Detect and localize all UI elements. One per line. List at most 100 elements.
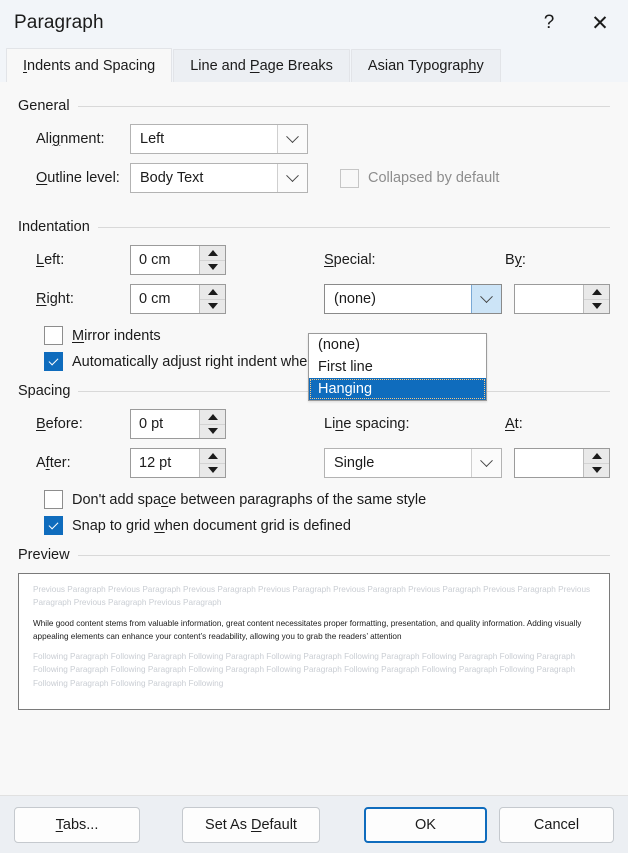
tab-line-and-page-breaks[interactable]: Line and Page Breaks	[173, 49, 350, 82]
before-value: 0 pt	[139, 416, 164, 432]
right-indent-stepper[interactable]: 0 cm	[130, 284, 226, 314]
group-rule	[77, 105, 610, 107]
stepper-buttons[interactable]	[199, 246, 225, 274]
chevron-down-icon[interactable]	[277, 125, 307, 153]
group-header-indentation: Indentation	[18, 219, 610, 235]
by-label: By:	[505, 252, 526, 268]
left-indent-stepper[interactable]: 0 cm	[130, 245, 226, 275]
group-title-general: General	[18, 98, 70, 114]
row-right-special-by: Right: 0 cm (none)	[18, 284, 610, 314]
stepper-down-icon[interactable]	[200, 423, 225, 438]
special-dropdown-popup[interactable]: (none) First line Hanging	[308, 333, 487, 401]
preview-box: Previous Paragraph Previous Paragraph Pr…	[18, 573, 610, 710]
stepper-up-icon[interactable]	[584, 285, 609, 299]
group-general: General Alignment: Left Outline level: B…	[18, 98, 610, 193]
chevron-down-icon[interactable]	[277, 164, 307, 192]
title-bar: Paragraph ? ✕	[0, 0, 628, 46]
snap-to-grid-label: Snap to grid when document grid is defin…	[72, 517, 351, 534]
group-spacing: Spacing Before: 0 pt Line spacing: At: A…	[18, 383, 610, 535]
before-stepper[interactable]: 0 pt	[130, 409, 226, 439]
dont-add-space-row[interactable]: Don't add space between paragraphs of th…	[18, 490, 610, 509]
group-header-preview: Preview	[18, 547, 610, 563]
dropdown-option-first-line[interactable]: First line	[309, 356, 486, 378]
row-after-linespacing-at: After: 12 pt Single	[18, 448, 610, 478]
mirror-indents-label: Mirror indents	[72, 327, 161, 344]
stepper-up-icon[interactable]	[200, 410, 225, 424]
stepper-up-icon[interactable]	[584, 449, 609, 463]
tab-asian-typography[interactable]: Asian Typography	[350, 49, 501, 82]
stepper-up-icon[interactable]	[200, 449, 225, 463]
cancel-button[interactable]: Cancel	[499, 806, 614, 843]
dropdown-option-hanging[interactable]: Hanging	[309, 378, 486, 400]
ok-button[interactable]: OK	[364, 806, 487, 843]
tabs-button[interactable]: Tabs...	[14, 806, 140, 843]
help-icon[interactable]: ?	[526, 0, 572, 46]
group-title-preview: Preview	[18, 547, 70, 563]
stepper-buttons[interactable]	[199, 449, 225, 477]
line-spacing-combo[interactable]: Single	[324, 448, 502, 478]
group-header-general: General	[18, 98, 610, 114]
stepper-up-icon[interactable]	[200, 246, 225, 260]
stepper-down-icon[interactable]	[200, 259, 225, 274]
special-combo[interactable]: (none)	[324, 284, 502, 314]
stepper-up-icon[interactable]	[200, 285, 225, 299]
dropdown-option-none[interactable]: (none)	[309, 334, 486, 356]
tab-label: Asian Typography	[367, 58, 484, 74]
before-label: Before:	[36, 416, 83, 432]
stepper-down-icon[interactable]	[200, 298, 225, 313]
set-as-default-button[interactable]: Set As Default	[182, 806, 320, 843]
after-value: 12 pt	[139, 455, 172, 471]
chevron-down-icon[interactable]	[471, 449, 501, 477]
row-before-linespacing: Before: 0 pt Line spacing: At:	[18, 409, 610, 439]
preview-body-paragraph: While good content stems from valuable i…	[33, 618, 582, 641]
chevron-down-icon[interactable]	[471, 285, 501, 313]
left-indent-label: Left:	[36, 252, 65, 268]
snap-to-grid-checkbox[interactable]	[44, 516, 63, 535]
collapsed-by-default-row[interactable]: Collapsed by default	[340, 168, 500, 188]
mirror-indents-checkbox[interactable]	[44, 326, 63, 345]
tab-label: Line and Page Breaks	[190, 58, 333, 74]
tab-strip: Indents and Spacing Line and Page Breaks…	[0, 46, 628, 82]
row-alignment: Alignment: Left	[18, 124, 610, 154]
stepper-buttons[interactable]	[583, 285, 609, 313]
stepper-buttons[interactable]	[199, 285, 225, 313]
close-icon[interactable]: ✕	[572, 0, 628, 46]
right-indent-value: 0 cm	[139, 291, 171, 307]
cancel-button-label: Cancel	[533, 816, 580, 833]
by-stepper[interactable]	[514, 284, 610, 314]
right-indent-label: Right:	[36, 291, 74, 307]
preview-following-paragraph: Following Paragraph Following Paragraph …	[33, 652, 576, 688]
tabs-button-label: Tabs...	[55, 816, 99, 833]
after-label: After:	[36, 455, 71, 471]
group-preview: Preview Previous Paragraph Previous Para…	[18, 547, 610, 710]
alignment-value: Left	[140, 131, 165, 147]
alignment-combo[interactable]: Left	[130, 124, 308, 154]
preview-previous-paragraph: Previous Paragraph Previous Paragraph Pr…	[33, 585, 591, 608]
left-indent-value: 0 cm	[139, 252, 171, 268]
group-rule	[77, 554, 610, 556]
outline-level-combo[interactable]: Body Text	[130, 163, 308, 193]
stepper-down-icon[interactable]	[584, 298, 609, 313]
stepper-buttons[interactable]	[199, 410, 225, 438]
dialog-content: General Alignment: Left Outline level: B…	[0, 82, 628, 795]
collapsed-by-default-checkbox[interactable]	[340, 168, 359, 188]
auto-adjust-checkbox[interactable]	[44, 352, 63, 371]
row-left-special: Left: 0 cm Special: By:	[18, 245, 610, 275]
collapsed-by-default-label: Collapsed by default	[368, 170, 500, 186]
line-spacing-label: Line spacing:	[324, 416, 410, 432]
after-stepper[interactable]: 12 pt	[130, 448, 226, 478]
outline-level-label: Outline level:	[36, 170, 120, 186]
snap-to-grid-row[interactable]: Snap to grid when document grid is defin…	[18, 516, 610, 535]
set-as-default-label: Set As Default	[205, 816, 297, 833]
group-title-indentation: Indentation	[18, 219, 90, 235]
stepper-down-icon[interactable]	[584, 462, 609, 477]
stepper-buttons[interactable]	[583, 449, 609, 477]
special-label: Special:	[324, 252, 376, 268]
stepper-down-icon[interactable]	[200, 462, 225, 477]
at-stepper[interactable]	[514, 448, 610, 478]
dont-add-space-checkbox[interactable]	[44, 490, 63, 509]
paragraph-dialog: Paragraph ? ✕ Indents and Spacing Line a…	[0, 0, 628, 853]
tab-indents-and-spacing[interactable]: Indents and Spacing	[6, 48, 173, 82]
ok-button-label: OK	[415, 816, 436, 833]
group-rule	[97, 226, 610, 228]
